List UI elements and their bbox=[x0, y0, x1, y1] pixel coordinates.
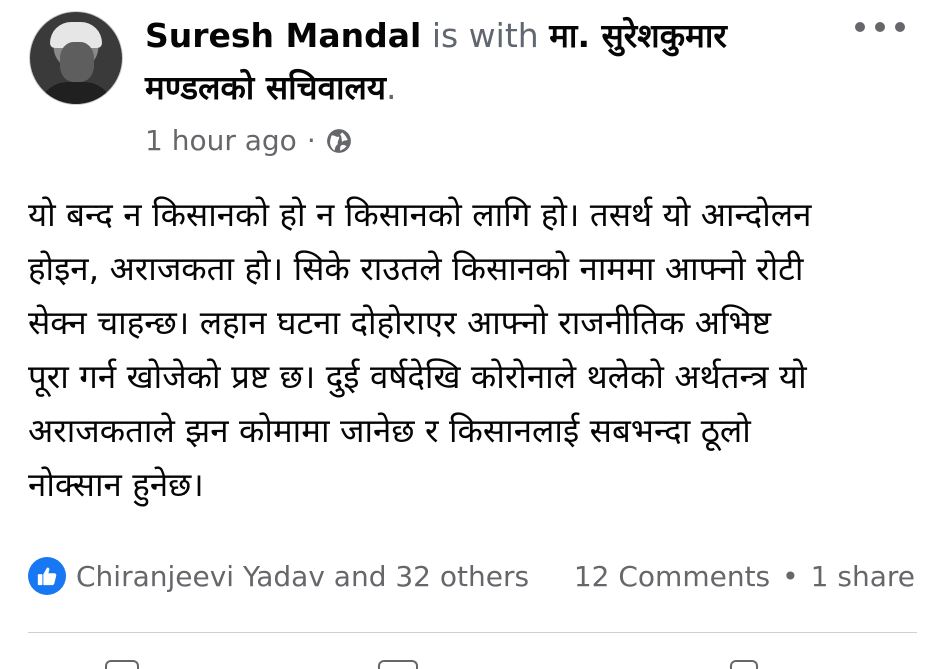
tagged-page-name-part-2[interactable]: मण्डलको सचिवालय bbox=[145, 68, 386, 107]
like-icon bbox=[28, 557, 66, 595]
post-text-line: पूरा गर्न खोजेको प्रष्ट छ। दुई वर्षदेखि … bbox=[28, 357, 807, 396]
post-text-line: अराजकताले झन कोमामा जानेछ र किसानलाई सबभ… bbox=[28, 411, 751, 450]
avatar-shirt bbox=[38, 82, 114, 104]
post-stats: 12 Comments • 1 share bbox=[574, 556, 915, 596]
globe-icon[interactable] bbox=[326, 128, 352, 154]
avatar-face bbox=[60, 42, 94, 82]
post-text-line: नोक्सान हुनेछ। bbox=[28, 465, 204, 504]
divider bbox=[28, 632, 917, 633]
post-text-line: यो बन्द न किसानको हो न किसानको लागि हो। … bbox=[28, 195, 812, 234]
post-body: यो बन्द न किसानको हो न किसानको लागि हो। … bbox=[28, 188, 928, 512]
meta-separator: · bbox=[306, 124, 316, 157]
share-button-icon[interactable] bbox=[730, 660, 758, 669]
tagged-page-name-part-1[interactable]: मा. सुरेशकुमार bbox=[549, 16, 727, 55]
more-options-icon[interactable] bbox=[855, 12, 905, 42]
more-dot bbox=[895, 22, 905, 32]
post-text-line: होइन, अराजकता हो। सिके राउतले किसानको ना… bbox=[28, 249, 804, 288]
more-dot bbox=[855, 22, 865, 32]
post-text-line: सेक्न चाहन्छ। लहान घटना दोहोराएर आफ्नो र… bbox=[28, 303, 772, 342]
like-button-icon[interactable] bbox=[105, 660, 139, 669]
post-time[interactable]: 1 hour ago bbox=[145, 122, 297, 160]
with-text: is with bbox=[421, 16, 550, 55]
post-meta: 1 hour ago · bbox=[145, 122, 352, 160]
post-header-line-2: मण्डलको सचिवालय. bbox=[145, 64, 845, 112]
reactions-text: Chiranjeevi Yadav and 32 others bbox=[76, 559, 530, 593]
comment-button-icon[interactable] bbox=[378, 660, 418, 669]
thumbs-up-icon bbox=[37, 567, 57, 586]
post-header-line-1: Suresh Mandal is with मा. सुरेशकुमार bbox=[145, 12, 845, 60]
shares-count[interactable]: 1 share bbox=[811, 560, 915, 593]
tagged-period: . bbox=[386, 68, 397, 107]
comments-count[interactable]: 12 Comments bbox=[574, 560, 770, 593]
more-dot bbox=[875, 22, 885, 32]
reactions-summary[interactable]: Chiranjeevi Yadav and 32 others bbox=[28, 556, 529, 596]
author-name[interactable]: Suresh Mandal bbox=[145, 16, 421, 55]
avatar[interactable] bbox=[29, 11, 123, 105]
stats-dot: • bbox=[782, 559, 799, 593]
